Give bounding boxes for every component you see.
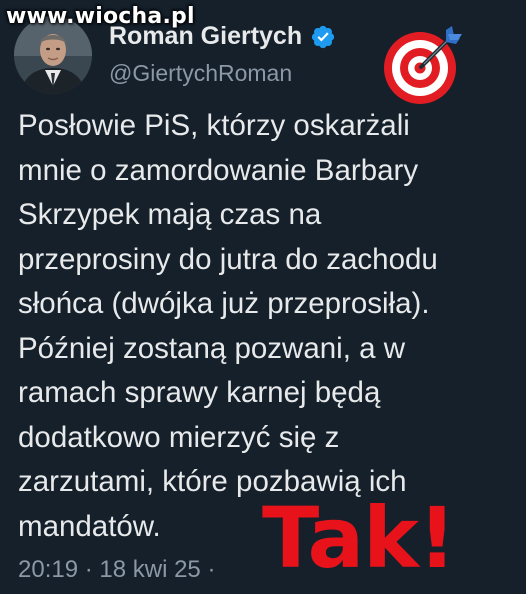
tweet-text-line: przeprosiny do jutra do zachodu xyxy=(18,242,438,276)
author-handle[interactable]: @GiertychRoman xyxy=(109,60,292,87)
tweet-text-line: Posłowie PiS, którzy oskarżali xyxy=(18,109,410,142)
tweet-timestamp[interactable]: 20:19 · 18 kwi 25 · xyxy=(18,556,215,584)
tweet-text-line: dodatkowo mierzyć się z xyxy=(18,420,340,454)
tweet-text-line: ramach sprawy karnej będą xyxy=(18,376,381,409)
tweet-text: Posłowie PiS, którzy oskarżali mnie o za… xyxy=(18,104,518,549)
tak-overlay-label: Tak! xyxy=(262,489,456,587)
direct-hit-icon xyxy=(380,22,466,108)
tweet-text-line: mnie o zamordowanie Barbary xyxy=(18,153,419,187)
tweet-text-line: Później zostaną pozwani, a w xyxy=(18,331,406,365)
watermark: www.wiocha.pl xyxy=(6,4,195,29)
tweet-text-line: Skrzypek mają czas na xyxy=(18,198,322,231)
tweet-text-line: słońca (dwójka już przeprosiła). xyxy=(18,287,430,320)
verified-badge-icon xyxy=(310,24,336,50)
